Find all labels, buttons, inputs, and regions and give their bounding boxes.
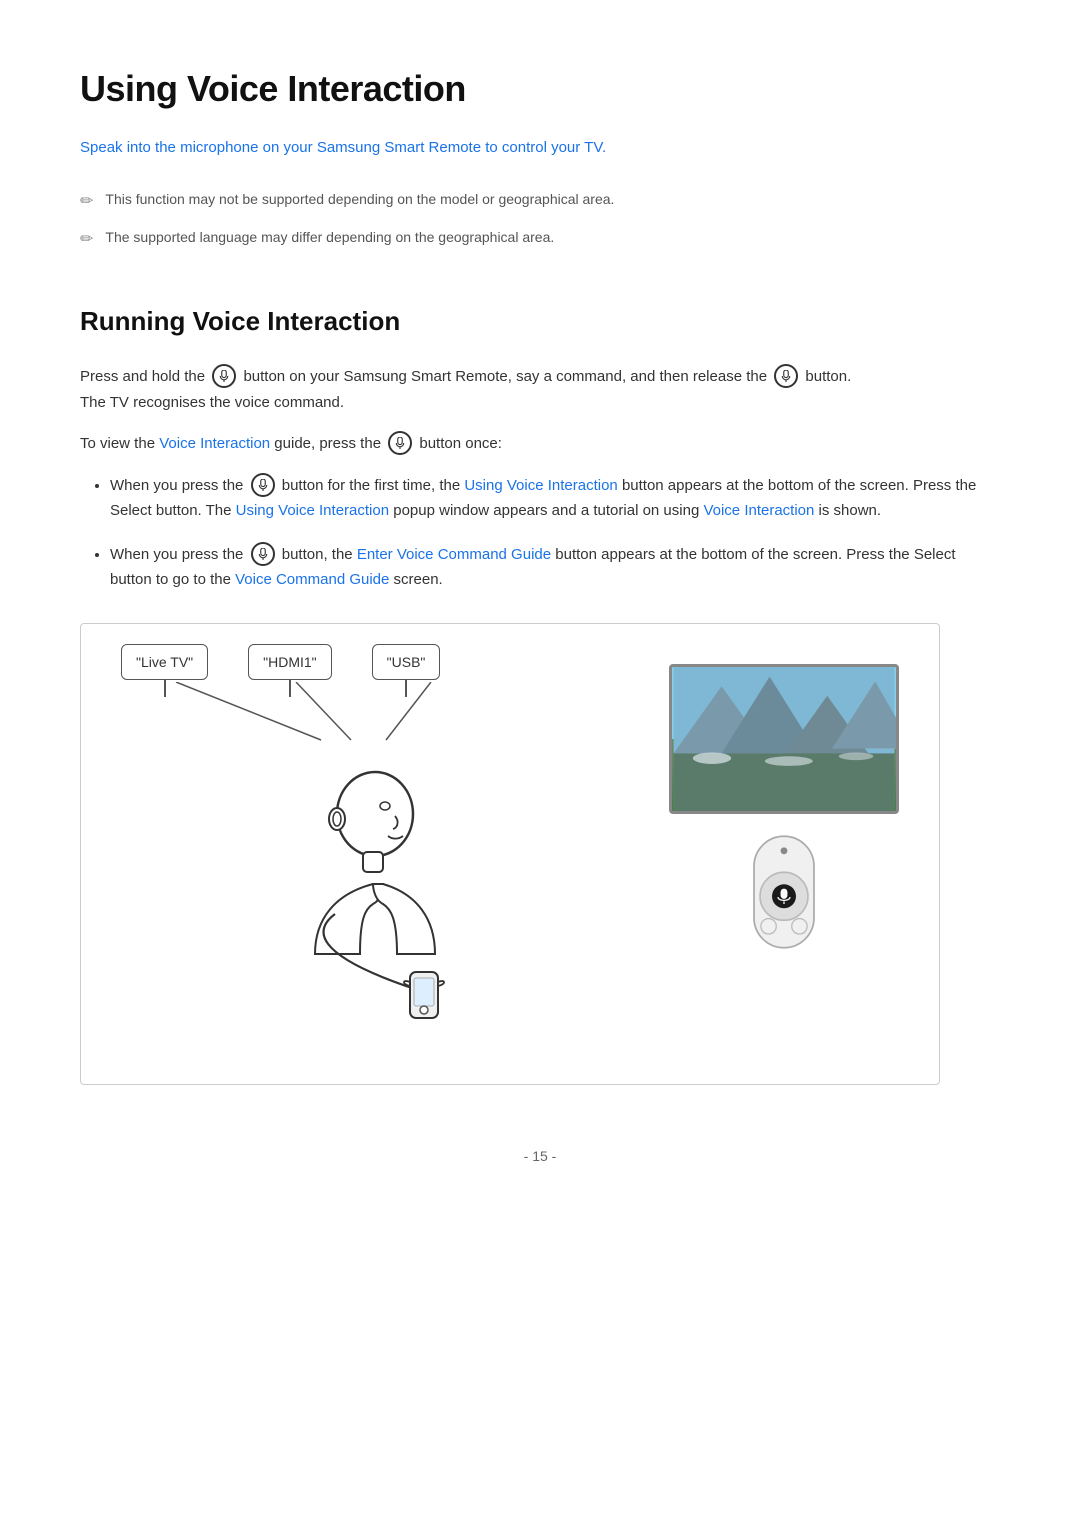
section-running-title: Running Voice Interaction	[80, 301, 1000, 343]
remote-illustration	[734, 832, 834, 952]
voice-interaction-link-1[interactable]: Voice Interaction	[159, 435, 270, 452]
mic-icon-inline-4	[251, 473, 275, 497]
note-text-2: The supported language may differ depend…	[105, 226, 554, 248]
bullet-item-2: When you press the button, the Enter Voi…	[110, 542, 1000, 593]
note-1: ✏ This function may not be supported dep…	[80, 188, 1000, 215]
bullet-item-1: When you press the button for the first …	[110, 473, 1000, 524]
para-1: Press and hold the button on your Samsun…	[80, 364, 1000, 415]
note-icon-2: ✏	[80, 227, 93, 253]
para-2-after: button once:	[419, 435, 502, 452]
bullet-2-end: screen.	[394, 571, 443, 588]
enter-voice-command-link[interactable]: Enter Voice Command Guide	[357, 546, 551, 563]
bubble-hdmi: "HDMI1"	[248, 644, 332, 680]
para-2-mid: guide, press the	[274, 435, 385, 452]
page-number: - 15 -	[80, 1145, 1000, 1167]
note-2: ✏ The supported language may differ depe…	[80, 226, 1000, 253]
page-title: Using Voice Interaction	[80, 60, 1000, 118]
illustration-container: "Live TV" "HDMI1" "USB"	[80, 623, 940, 1085]
bubble-usb: "USB"	[372, 644, 441, 680]
para-2: To view the Voice Interaction guide, pre…	[80, 431, 1000, 457]
tv-screen	[669, 664, 899, 814]
mic-icon-inline-5	[251, 542, 275, 566]
mic-icon-inline-3	[388, 431, 412, 455]
mic-icon-inline-2	[774, 364, 798, 388]
para-1-mid: button on your Samsung Smart Remote, say…	[243, 368, 767, 385]
note-text-1: This function may not be supported depen…	[105, 188, 614, 210]
para-1-before: Press and hold the	[80, 368, 205, 385]
using-voice-link-1[interactable]: Using Voice Interaction	[464, 477, 617, 494]
mic-icon-inline-1	[212, 364, 236, 388]
bubble-lines	[121, 682, 581, 742]
using-voice-link-2[interactable]: Using Voice Interaction	[236, 502, 389, 519]
bubble-livetv: "Live TV"	[121, 644, 208, 680]
bullet-1-before: When you press the	[110, 477, 248, 494]
person-illustration	[255, 754, 535, 1054]
voice-command-guide-link[interactable]: Voice Command Guide	[235, 571, 389, 588]
bullet-list: When you press the button for the first …	[110, 473, 1000, 593]
bullet-1-mid1: button for the first time, the	[282, 477, 465, 494]
para-2-before: To view the	[80, 435, 155, 452]
para-1-line2: The TV recognises the voice command.	[80, 394, 344, 411]
note-icon-1: ✏	[80, 189, 93, 215]
bullet-1-mid3: popup window appears and a tutorial on u…	[393, 502, 703, 519]
voice-interaction-link-2[interactable]: Voice Interaction	[703, 502, 814, 519]
bullet-1-end: is shown.	[819, 502, 882, 519]
bullet-2-mid1: button, the	[282, 546, 357, 563]
para-1-after: button.	[805, 368, 851, 385]
bullet-2-before: When you press the	[110, 546, 248, 563]
page-subtitle: Speak into the microphone on your Samsun…	[80, 136, 1000, 160]
